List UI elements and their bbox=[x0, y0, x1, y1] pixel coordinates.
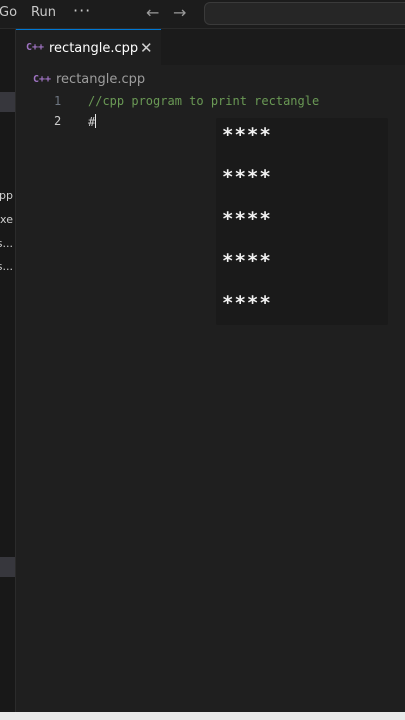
output-line: **** bbox=[222, 124, 272, 146]
cpp-file-icon: C++ bbox=[33, 74, 52, 85]
explorer-sidebar: pp xe s... s... bbox=[0, 29, 16, 720]
output-line: **** bbox=[222, 166, 272, 188]
arrow-left-icon[interactable]: ← bbox=[146, 3, 159, 22]
breadcrumb: C++ rectangle.cpp bbox=[16, 70, 405, 90]
output-line: **** bbox=[222, 208, 272, 230]
menu-bar: Go Run ··· ← → bbox=[0, 0, 405, 29]
editor-tab-bar: C++ rectangle.cpp ✕ bbox=[16, 29, 405, 66]
output-line: **** bbox=[222, 250, 272, 272]
cpp-file-icon: C++ bbox=[26, 42, 45, 53]
code-text[interactable]: //cpp program to print rectangle bbox=[88, 94, 319, 108]
tab-rectangle-cpp[interactable]: C++ rectangle.cpp ✕ bbox=[16, 29, 161, 66]
breadcrumb-file[interactable]: rectangle.cpp bbox=[56, 72, 145, 87]
arrow-right-icon[interactable]: → bbox=[173, 3, 186, 22]
code-text-content: # bbox=[88, 115, 96, 129]
close-icon[interactable]: ✕ bbox=[140, 39, 153, 57]
program-output-overlay: **** **** **** **** **** bbox=[216, 118, 388, 325]
menu-go[interactable]: Go bbox=[0, 5, 17, 20]
command-center-search[interactable] bbox=[204, 2, 405, 25]
sidebar-selected-row[interactable] bbox=[0, 557, 15, 577]
code-text[interactable]: # bbox=[88, 114, 97, 129]
bottom-strip bbox=[0, 712, 405, 720]
line-number: 1 bbox=[54, 94, 62, 108]
menu-run[interactable]: Run bbox=[31, 5, 56, 20]
menu-more-icon[interactable]: ··· bbox=[73, 1, 91, 20]
sidebar-selected-row[interactable] bbox=[0, 92, 15, 112]
line-number: 2 bbox=[54, 114, 62, 128]
tab-label: rectangle.cpp bbox=[49, 41, 139, 56]
text-cursor bbox=[95, 114, 97, 128]
code-line[interactable]: 1 //cpp program to print rectangle bbox=[16, 92, 405, 111]
output-line: **** bbox=[222, 292, 272, 314]
